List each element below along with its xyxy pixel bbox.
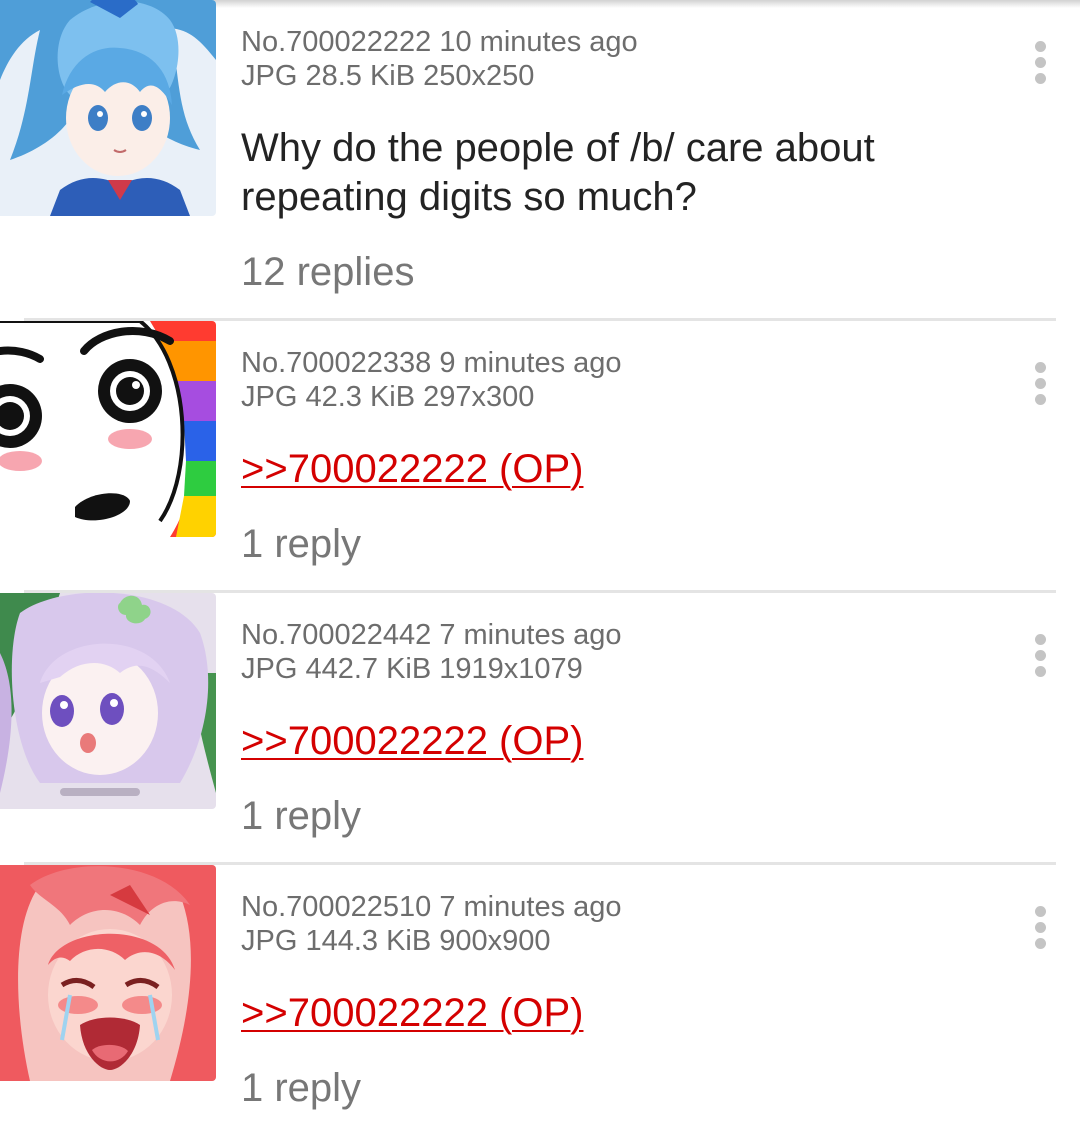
file-info: JPG 28.5 KiB 250x250 <box>241 60 535 92</box>
file-info: JPG 144.3 KiB 900x900 <box>241 925 551 957</box>
quote-link[interactable]: >>700022222 (OP) <box>241 445 583 494</box>
overflow-menu-icon[interactable] <box>1021 628 1061 684</box>
quote-link[interactable]: >>700022222 (OP) <box>241 989 583 1038</box>
post-thumbnail[interactable] <box>0 0 216 216</box>
file-info: JPG 442.7 KiB 1919x1079 <box>241 653 583 685</box>
post-thumbnail[interactable] <box>0 593 216 809</box>
overflow-menu-icon[interactable] <box>1021 900 1061 956</box>
anime-girl-blue-hair-thumbnail <box>0 0 216 216</box>
reply-count[interactable]: 1 reply <box>241 792 361 841</box>
anime-girl-lavender-hair-thumbnail <box>0 593 216 809</box>
post-header: No.700022510 7 minutes ago <box>241 891 622 923</box>
reply-count[interactable]: 1 reply <box>241 1064 361 1113</box>
overflow-menu-icon[interactable] <box>1021 356 1061 412</box>
post-reply[interactable]: No.700022442 7 minutes ago JPG 442.7 KiB… <box>0 593 1080 863</box>
reply-count[interactable]: 12 replies <box>241 248 414 297</box>
post-thumbnail[interactable] <box>0 321 216 537</box>
overflow-menu-icon[interactable] <box>1021 35 1061 91</box>
post-op[interactable]: No.700022222 10 minutes ago JPG 28.5 KiB… <box>0 0 1080 320</box>
post-reply[interactable]: No.700022338 9 minutes ago JPG 42.3 KiB … <box>0 321 1080 591</box>
post-thumbnail[interactable] <box>0 865 216 1081</box>
quote-link[interactable]: >>700022222 (OP) <box>241 717 583 766</box>
post-header: No.700022442 7 minutes ago <box>241 619 622 651</box>
post-header: No.700022222 10 minutes ago <box>241 26 638 58</box>
post-comment: Why do the people of /b/ care about repe… <box>241 126 875 219</box>
reply-count[interactable]: 1 reply <box>241 520 361 569</box>
anime-girl-crying-red-hair-thumbnail <box>0 865 216 1081</box>
file-info: JPG 42.3 KiB 297x300 <box>241 381 535 413</box>
post-reply[interactable]: No.700022510 7 minutes ago JPG 144.3 KiB… <box>0 865 1080 1132</box>
post-header: No.700022338 9 minutes ago <box>241 347 622 379</box>
amazed-face-rainbow-thumbnail <box>0 321 216 537</box>
